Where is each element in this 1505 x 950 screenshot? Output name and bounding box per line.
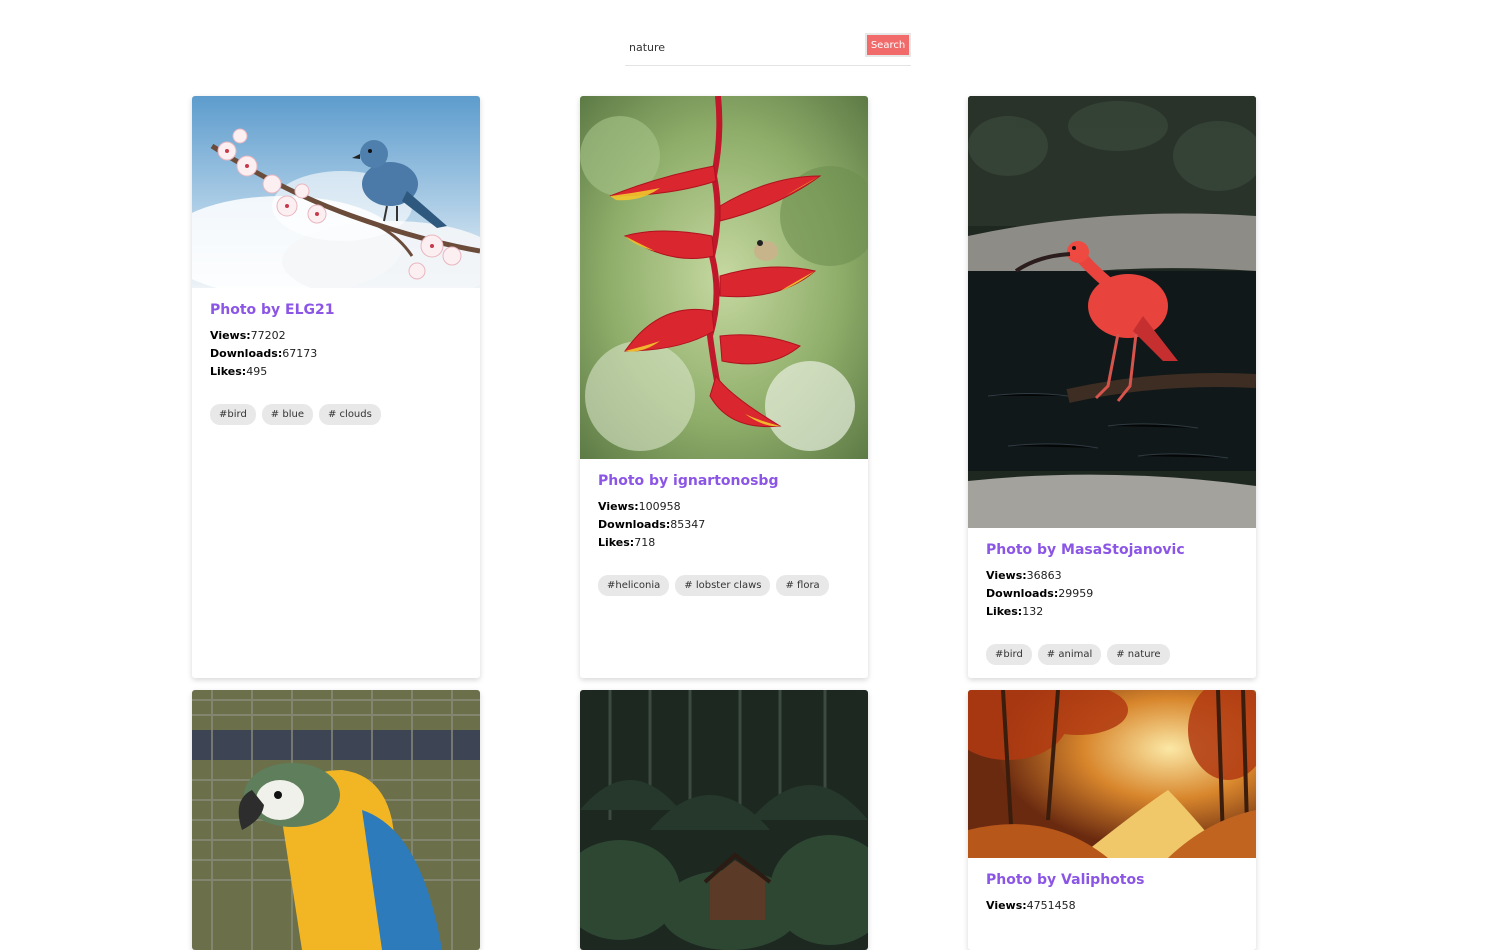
tag[interactable]: # lobster claws xyxy=(675,575,771,596)
photographer-title: Photo by Valiphotos xyxy=(986,872,1145,888)
photographer-title: Photo by ignartonosbg xyxy=(598,473,779,489)
likes-stat: Likes:495 xyxy=(210,365,268,378)
photo-card: Photo by MasaStojanovic Views:36863 Down… xyxy=(968,96,1256,678)
tag[interactable]: #bird xyxy=(210,404,256,425)
downloads-stat: Downloads:29959 xyxy=(986,587,1094,600)
downloads-stat: Downloads:67173 xyxy=(210,347,318,360)
forest-cabin-image[interactable] xyxy=(580,690,868,950)
downloads-stat: Downloads:85347 xyxy=(598,518,706,531)
tag[interactable]: # animal xyxy=(1037,644,1102,665)
heliconia-flower-image[interactable] xyxy=(580,96,868,459)
bird-on-blossom-image[interactable] xyxy=(192,96,480,288)
search-button[interactable]: Search xyxy=(865,33,911,57)
photo-card: Photo by Valiphotos Views:4751458 xyxy=(968,690,1256,950)
tag[interactable]: # flora xyxy=(776,575,829,596)
autumn-path-image[interactable] xyxy=(968,690,1256,858)
photographer-title: Photo by MasaStojanovic xyxy=(986,542,1185,558)
tag[interactable]: #heliconia xyxy=(598,575,670,596)
views-stat: Views:77202 xyxy=(210,329,286,342)
scarlet-ibis-image[interactable] xyxy=(968,96,1256,528)
photographer-title: Photo by ELG21 xyxy=(210,302,335,318)
search-bar: Search xyxy=(625,31,911,66)
likes-stat: Likes:132 xyxy=(986,605,1044,618)
photo-card: Photo by ELG21 Views:77202 Downloads:671… xyxy=(192,96,480,678)
photo-card xyxy=(580,690,868,950)
photo-card: Photo by ignartonosbg Views:100958 Downl… xyxy=(580,96,868,678)
views-stat: Views:36863 xyxy=(986,569,1062,582)
tag[interactable]: #bird xyxy=(986,644,1032,665)
search-input[interactable] xyxy=(629,37,859,57)
tag[interactable]: # blue xyxy=(261,404,313,425)
tag[interactable]: # nature xyxy=(1107,644,1170,665)
tag[interactable]: # clouds xyxy=(318,404,381,425)
photo-card xyxy=(192,690,480,950)
tag-list: #bird # blue # clouds xyxy=(210,404,462,425)
tag-list: #heliconia # lobster claws # flora xyxy=(598,575,850,596)
likes-stat: Likes:718 xyxy=(598,536,656,549)
views-stat: Views:4751458 xyxy=(986,899,1076,912)
views-stat: Views:100958 xyxy=(598,500,681,513)
tag-list: #bird # animal # nature xyxy=(986,644,1238,665)
macaw-parrot-image[interactable] xyxy=(192,690,480,950)
